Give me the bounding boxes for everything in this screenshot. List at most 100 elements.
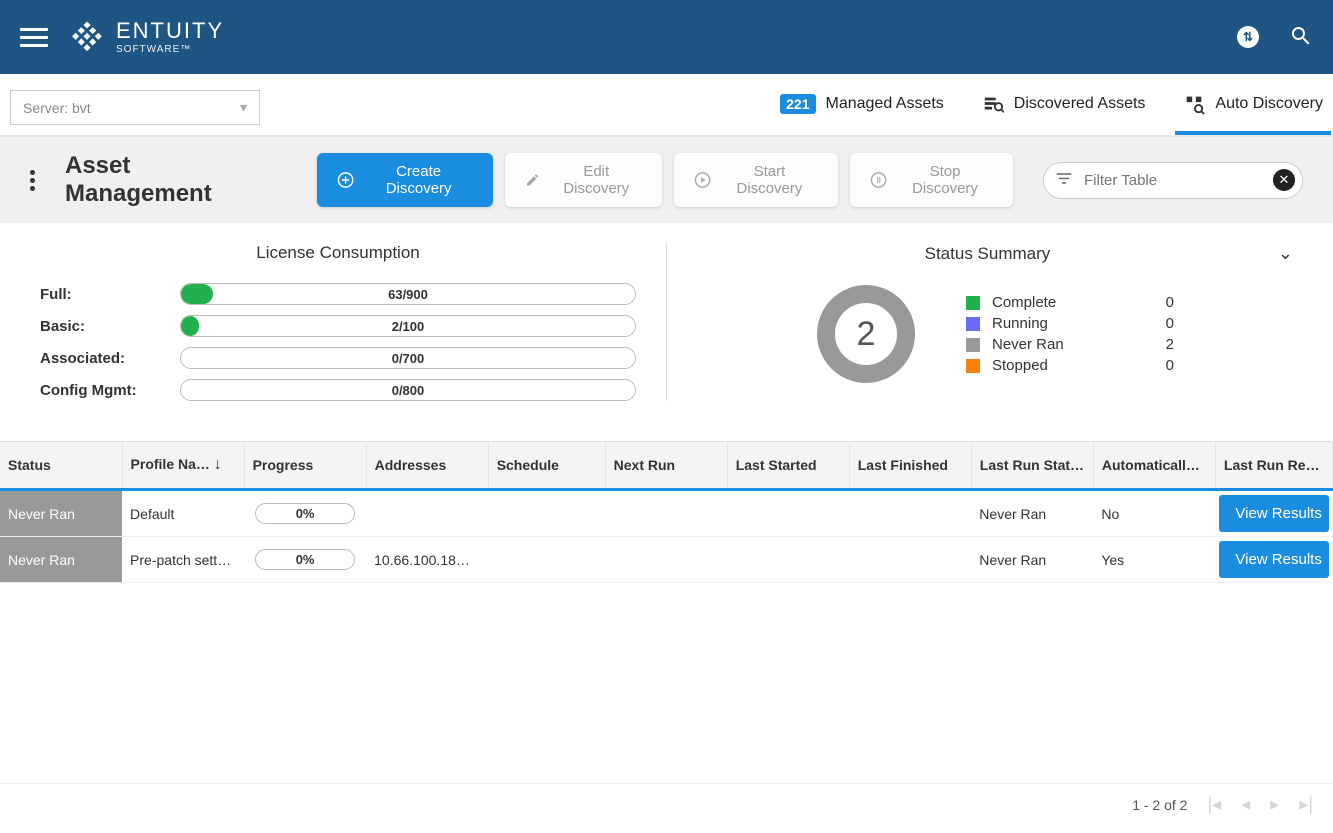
more-options-button[interactable] <box>30 170 35 191</box>
table-row[interactable]: Never Ran Pre-patch sett… 0% 10.66.100.1… <box>0 537 1333 583</box>
license-value: 0/800 <box>392 383 425 398</box>
create-discovery-button[interactable]: Create Discovery <box>317 153 494 207</box>
column-header[interactable]: Status <box>0 442 122 490</box>
brand-sub: SOFTWARE™ <box>116 44 224 55</box>
column-header[interactable]: Profile Na… ↓ <box>122 442 244 490</box>
license-label: Associated: <box>40 350 160 367</box>
license-row: Associated: 0/700 <box>40 347 636 369</box>
column-header[interactable]: Schedule <box>488 442 605 490</box>
filter-wrap: ✕ <box>1043 162 1303 199</box>
schedule-cell <box>488 537 605 583</box>
lastfinished-cell <box>849 537 971 583</box>
tab-auto-discovery[interactable]: Auto Discovery <box>1183 93 1323 133</box>
profile-cell: Default <box>122 490 244 537</box>
legend-swatch <box>966 338 980 352</box>
tabs: 221 Managed Assets Discovered Assets Aut… <box>780 93 1323 133</box>
lastrunstat-cell: Never Ran <box>971 537 1093 583</box>
legend-value: 0 <box>1144 294 1174 311</box>
progress-cell: 0% <box>244 490 366 537</box>
managed-count-badge: 221 <box>780 94 815 114</box>
legend-swatch <box>966 317 980 331</box>
brand-name: ENTUITY <box>116 18 224 43</box>
swap-icon[interactable]: ⇅ <box>1237 26 1259 48</box>
view-results-button[interactable]: View Results <box>1219 495 1328 532</box>
legend-value: 0 <box>1144 357 1174 374</box>
legend-value: 2 <box>1144 336 1174 353</box>
column-header[interactable]: Last Started <box>727 442 849 490</box>
app-header: ENTUITY SOFTWARE™ ⇅ <box>0 0 1333 74</box>
addresses-cell <box>366 490 488 537</box>
subheader: Server: bvt ▾ 221 Managed Assets Discove… <box>0 74 1333 137</box>
lastfinished-cell <box>849 490 971 537</box>
legend-label: Stopped <box>992 357 1132 374</box>
last-page-button[interactable]: ▸| <box>1299 794 1313 815</box>
tab-label: Discovered Assets <box>1014 95 1146 113</box>
nextrun-cell <box>605 490 727 537</box>
toolbar: Asset Management Create Discovery Edit D… <box>0 137 1333 223</box>
search-button[interactable] <box>1289 24 1313 51</box>
play-circle-icon <box>694 171 711 189</box>
license-panel: License Consumption Full: 63/900 Basic: … <box>10 243 667 401</box>
profile-cell: Pre-patch sett… <box>122 537 244 583</box>
server-label: Server: bvt <box>23 100 91 116</box>
filter-clear-button[interactable]: ✕ <box>1273 169 1295 191</box>
license-row: Basic: 2/100 <box>40 315 636 337</box>
header-right: ⇅ <box>1237 24 1313 51</box>
status-title: Status Summary <box>925 244 1051 264</box>
legend-value: 0 <box>1144 315 1174 332</box>
column-header[interactable]: Addresses <box>366 442 488 490</box>
status-cell: Never Ran <box>0 537 122 583</box>
license-row: Config Mgmt: 0/800 <box>40 379 636 401</box>
schedule-cell <box>488 490 605 537</box>
next-page-button[interactable]: ▸ <box>1270 794 1279 815</box>
license-progress: 0/800 <box>180 379 636 401</box>
chevron-down-icon[interactable]: ⌄ <box>1278 243 1293 264</box>
column-header[interactable]: Next Run <box>605 442 727 490</box>
tab-managed-assets[interactable]: 221 Managed Assets <box>780 94 944 132</box>
status-donut: 2 <box>816 284 916 384</box>
legend-label: Running <box>992 315 1132 332</box>
legend-swatch <box>966 296 980 310</box>
license-row: Full: 63/900 <box>40 283 636 305</box>
column-header[interactable]: Last Finished <box>849 442 971 490</box>
page-title: Asset Management <box>65 152 277 208</box>
search-icon <box>1289 24 1313 48</box>
server-selector[interactable]: Server: bvt ▾ <box>10 90 260 125</box>
addresses-cell: 10.66.100.18… <box>366 537 488 583</box>
legend-label: Never Ran <box>992 336 1132 353</box>
menu-button[interactable] <box>20 28 48 47</box>
legend-row: Never Ran 2 <box>966 336 1174 353</box>
filter-input[interactable] <box>1043 162 1303 199</box>
legend-row: Stopped 0 <box>966 357 1174 374</box>
laststarted-cell <box>727 537 849 583</box>
auto-cell: No <box>1093 490 1215 537</box>
plus-circle-icon <box>337 171 354 189</box>
stop-discovery-button: Stop Discovery <box>850 153 1013 207</box>
status-panel: Status Summary ⌄ 2 Complete 0 Running 0 … <box>667 243 1323 401</box>
pagination-text: 1 - 2 of 2 <box>1132 797 1187 813</box>
column-header[interactable]: Last Run Stat… <box>971 442 1093 490</box>
prev-page-button[interactable]: ◂ <box>1241 794 1250 815</box>
table-header-row: StatusProfile Na… ↓ProgressAddressesSche… <box>0 442 1333 490</box>
column-header[interactable]: Last Run Res… <box>1215 442 1332 490</box>
view-results-button[interactable]: View Results <box>1219 541 1328 578</box>
tab-label: Managed Assets <box>826 95 944 113</box>
progress-cell: 0% <box>244 537 366 583</box>
sort-desc-icon: ↓ <box>214 456 222 473</box>
column-header[interactable]: Automatically… <box>1093 442 1215 490</box>
column-header[interactable]: Progress <box>244 442 366 490</box>
auto-discovery-icon <box>1183 93 1205 115</box>
legend-row: Complete 0 <box>966 294 1174 311</box>
filter-icon <box>1055 170 1073 191</box>
first-page-button[interactable]: |◂ <box>1207 794 1221 815</box>
brand-logo: ENTUITY SOFTWARE™ <box>68 18 224 56</box>
table-row[interactable]: Never Ran Default 0% Never Ran No View R… <box>0 490 1333 537</box>
status-legend: Complete 0 Running 0 Never Ran 2 Stopped… <box>966 294 1174 374</box>
header-left: ENTUITY SOFTWARE™ <box>20 18 224 56</box>
tab-discovered-assets[interactable]: Discovered Assets <box>982 93 1146 133</box>
license-label: Basic: <box>40 318 160 335</box>
discovery-table: StatusProfile Na… ↓ProgressAddressesSche… <box>0 441 1333 583</box>
stacked-search-icon <box>982 93 1004 115</box>
chevron-down-icon: ▾ <box>240 99 247 116</box>
pencil-icon <box>525 172 540 188</box>
